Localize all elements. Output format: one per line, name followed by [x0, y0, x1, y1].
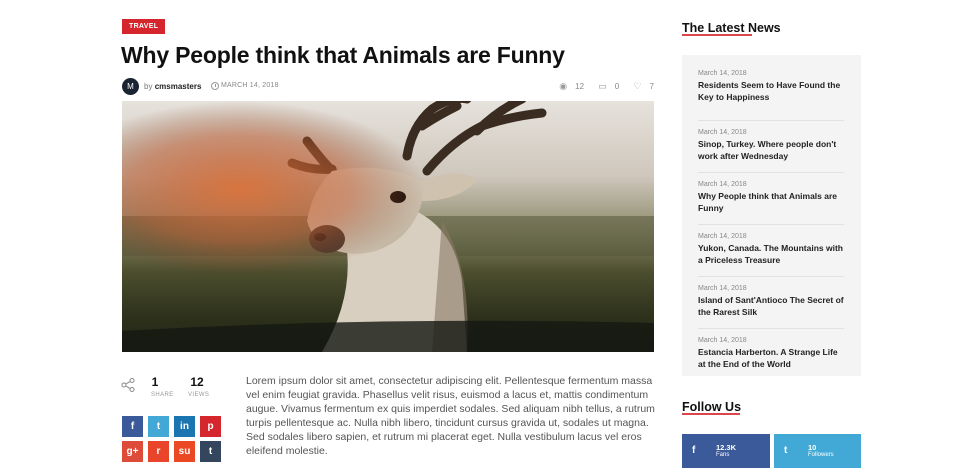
twitter-follow-button[interactable]: t 10 Followers	[774, 434, 861, 468]
facebook-icon: f	[130, 421, 135, 432]
news-headline[interactable]: Island of Sant'Antioco The Secret of the…	[698, 294, 844, 318]
pinterest-share-button[interactable]: p	[200, 416, 221, 437]
google-plus-share-button[interactable]: g+	[122, 441, 143, 462]
author-link[interactable]: cmsmasters	[155, 82, 202, 91]
list-item[interactable]: March 14, 2018 Estancia Harberton. A Str…	[698, 329, 844, 381]
twitter-icon: t	[784, 445, 788, 456]
comment-icon: ▭	[598, 81, 607, 91]
post-stats: ◉ 12 ▭ 0 ♡ 7	[547, 81, 654, 92]
facebook-follow-button[interactable]: f 12.3K Fans	[682, 434, 770, 468]
news-headline[interactable]: Yukon, Canada. The Mountains with a Pric…	[698, 242, 844, 266]
share-count: 1	[151, 375, 159, 389]
google-plus-icon: g+	[126, 446, 139, 457]
comments-stat[interactable]: ▭ 0	[592, 81, 619, 92]
facebook-fans-label: Fans	[716, 452, 730, 458]
reddit-share-button[interactable]: r	[148, 441, 169, 462]
reddit-icon: r	[156, 446, 161, 457]
tumblr-share-button[interactable]: t	[200, 441, 221, 462]
comments-value: 0	[614, 82, 620, 91]
hero-image	[122, 101, 654, 352]
news-date: March 14, 2018	[698, 129, 747, 136]
follow-us-title: Follow Us	[682, 400, 742, 415]
list-item[interactable]: March 14, 2018 Island of Sant'Antioco Th…	[698, 277, 844, 329]
list-item[interactable]: March 14, 2018 Sinop, Turkey. Where peop…	[698, 121, 844, 173]
list-item[interactable]: March 14, 2018 Residents Seem to Have Fo…	[698, 69, 844, 121]
views-count: 12	[190, 375, 204, 389]
author-prefix: by	[144, 82, 153, 91]
eye-icon: ◉	[559, 81, 568, 91]
author-byline: by cmsmasters	[144, 82, 201, 91]
news-headline[interactable]: Estancia Harberton. A Strange Life at th…	[698, 346, 844, 370]
share-label: SHARE	[151, 392, 174, 398]
stumbleupon-share-button[interactable]: su	[174, 441, 195, 462]
category-badge[interactable]: TRAVEL	[122, 19, 166, 34]
list-item[interactable]: March 14, 2018 Yukon, Canada. The Mounta…	[698, 225, 844, 277]
news-date: March 14, 2018	[698, 337, 747, 344]
article-meta: M by cmsmasters MARCH 14, 2018 ◉ 12 ▭ 0 ♡ 7	[122, 78, 654, 96]
likes-value: 7	[649, 82, 654, 91]
twitter-icon: t	[156, 421, 161, 432]
stumbleupon-icon: su	[178, 446, 191, 457]
twitter-followers-count: 10	[808, 443, 817, 452]
facebook-icon: f	[692, 445, 696, 456]
clock-icon	[211, 82, 219, 90]
linkedin-icon: in	[180, 421, 189, 432]
pinterest-icon: p	[207, 421, 214, 432]
news-headline[interactable]: Residents Seem to Have Found the Key to …	[698, 79, 844, 103]
heart-icon: ♡	[633, 81, 642, 91]
post-date[interactable]: MARCH 14, 2018	[221, 82, 279, 89]
tumblr-icon: t	[208, 446, 213, 457]
news-headline[interactable]: Sinop, Turkey. Where people don't work a…	[698, 138, 844, 162]
twitter-followers-label: Followers	[808, 452, 834, 458]
news-date: March 14, 2018	[698, 70, 747, 77]
likes-stat[interactable]: ♡ 7	[627, 81, 654, 92]
share-icon[interactable]	[121, 378, 135, 392]
avatar[interactable]: M	[122, 78, 139, 95]
facebook-share-button[interactable]: f	[122, 416, 143, 437]
views-stat: ◉ 12	[553, 81, 584, 92]
list-item[interactable]: March 14, 2018 Why People think that Ani…	[698, 173, 844, 225]
twitter-share-button[interactable]: t	[148, 416, 169, 437]
news-date: March 14, 2018	[698, 285, 747, 292]
views-value: 12	[575, 82, 585, 91]
views-label: VIEWS	[188, 392, 210, 398]
deer-photo	[122, 101, 654, 352]
facebook-fans-count: 12.3K	[716, 443, 737, 452]
latest-news-list: March 14, 2018 Residents Seem to Have Fo…	[682, 55, 861, 376]
latest-news-title: The Latest News	[682, 21, 781, 36]
article-body: Lorem ipsum dolor sit amet, consectetur …	[246, 375, 655, 457]
news-date: March 14, 2018	[698, 233, 747, 240]
news-headline[interactable]: Why People think that Animals are Funny	[698, 190, 844, 214]
linkedin-share-button[interactable]: in	[174, 416, 195, 437]
news-date: March 14, 2018	[698, 181, 747, 188]
page-title: Why People think that Animals are Funny	[121, 42, 565, 68]
